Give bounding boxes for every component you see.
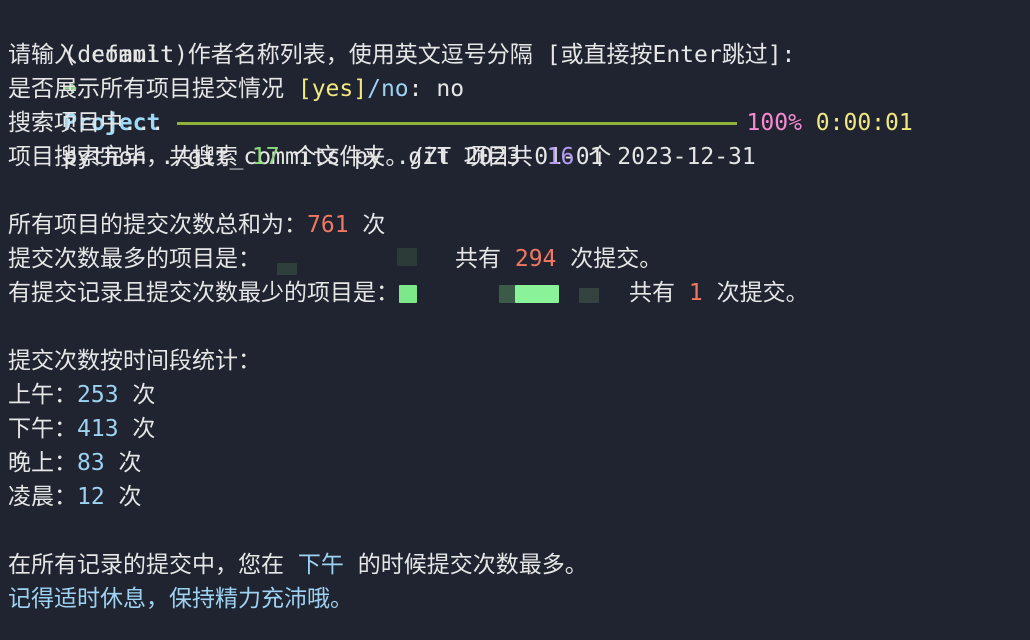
period-label: 下午： — [8, 416, 77, 442]
author-prompt-line: 请输入 commit 作者名称列表，使用英文逗号分隔 [或直接按Enter跳过]… — [8, 38, 1030, 72]
period-unit: 次 — [118, 416, 156, 442]
least-line: 有提交记录且提交次数最少的项目是： 共有 1 次提交。 — [8, 276, 1030, 310]
show-prompt-line: 是否展示所有项目提交情况 [yes]/no: no — [8, 72, 1030, 106]
git-project-count: 16 — [546, 144, 575, 170]
total-line: 所有项目的提交次数总和为：761 次 — [8, 208, 1030, 242]
period-value: 83 — [77, 450, 105, 476]
progress-line: 搜索项目中... 100% 0:00:01 — [8, 106, 1030, 140]
redaction-block — [399, 285, 417, 303]
redaction-block — [579, 288, 599, 303]
period-evening: 晚上：83 次 — [8, 446, 1030, 480]
period-value: 413 — [77, 416, 119, 442]
progress-time: 0:00:01 — [815, 110, 913, 136]
progress-percent: 100% — [746, 110, 802, 136]
show-prompt-alt: /no — [367, 76, 409, 102]
show-prompt-sep: : — [408, 76, 437, 102]
redacted-project-name — [261, 242, 455, 276]
most-line: 提交次数最多的项目是： 共有 294 次提交。 — [8, 242, 1030, 276]
searching-label: 搜索项目中... — [8, 110, 165, 136]
least-text-a: 有提交记录且提交次数最少的项目是： — [8, 280, 399, 306]
period-header-line: 提交次数按时间段统计： — [8, 344, 1030, 378]
least-text-b: 共有 — [629, 280, 689, 306]
total-text-a: 所有项目的提交次数总和为： — [8, 212, 307, 238]
most-text-c: 次提交。 — [556, 246, 663, 272]
search-done-text-a: 项目搜索完毕，共搜索 — [8, 144, 252, 170]
redaction-block — [515, 285, 559, 303]
search-done-text-b: 个文件夹。git 项目共 — [279, 144, 547, 170]
summary-text-a: 在所有记录的提交中，您在 — [8, 552, 298, 578]
terminal-window: (default) ➜ Project python ./git_commits… — [0, 0, 1030, 640]
period-unit: 次 — [104, 484, 142, 510]
search-done-text-c: 个 — [574, 144, 612, 170]
show-prompt-text: 是否展示所有项目提交情况 — [8, 76, 298, 102]
summary-text-b: 的时候提交次数最多。 — [343, 552, 588, 578]
advice-text: 记得适时休息，保持精力充沛哦。 — [8, 586, 353, 612]
least-commits: 1 — [688, 280, 703, 306]
period-value: 12 — [77, 484, 105, 510]
show-prompt-default: [yes] — [297, 76, 368, 102]
total-commits: 761 — [307, 212, 349, 238]
show-prompt-answer[interactable]: no — [436, 76, 464, 102]
redaction-block — [277, 263, 297, 275]
folder-count: 17 — [251, 144, 280, 170]
total-text-b: 次 — [348, 212, 386, 238]
progress-bar — [176, 122, 737, 125]
author-prompt: 请输入 commit 作者名称列表，使用英文逗号分隔 [或直接按Enter跳过]… — [8, 42, 796, 68]
period-value: 253 — [77, 382, 119, 408]
command-line: (default) ➜ Project python ./git_commits… — [8, 4, 1030, 170]
advice-line: 记得适时休息，保持精力充沛哦。 — [8, 582, 1030, 616]
least-text-c: 次提交。 — [702, 280, 809, 306]
period-unit: 次 — [104, 450, 142, 476]
most-text-b: 共有 — [455, 246, 515, 272]
period-afternoon: 下午：413 次 — [8, 412, 1030, 446]
summary-line: 在所有记录的提交中，您在 下午 的时候提交次数最多。 — [8, 548, 1030, 582]
period-header: 提交次数按时间段统计： — [8, 348, 261, 374]
search-done-line: 项目搜索完毕，共搜索 17 个文件夹。git 项目共 16 个 — [8, 140, 1030, 174]
summary-period: 下午 — [297, 552, 344, 578]
redacted-project-name — [399, 276, 629, 310]
period-unit: 次 — [118, 382, 156, 408]
most-text-a: 提交次数最多的项目是： — [8, 246, 261, 272]
period-label: 上午： — [8, 382, 77, 408]
period-morning: 上午：253 次 — [8, 378, 1030, 412]
period-label: 凌晨： — [8, 484, 77, 510]
period-label: 晚上： — [8, 450, 77, 476]
redaction-block — [397, 248, 417, 266]
period-early-morning: 凌晨：12 次 — [8, 480, 1030, 514]
most-commits: 294 — [514, 246, 557, 272]
